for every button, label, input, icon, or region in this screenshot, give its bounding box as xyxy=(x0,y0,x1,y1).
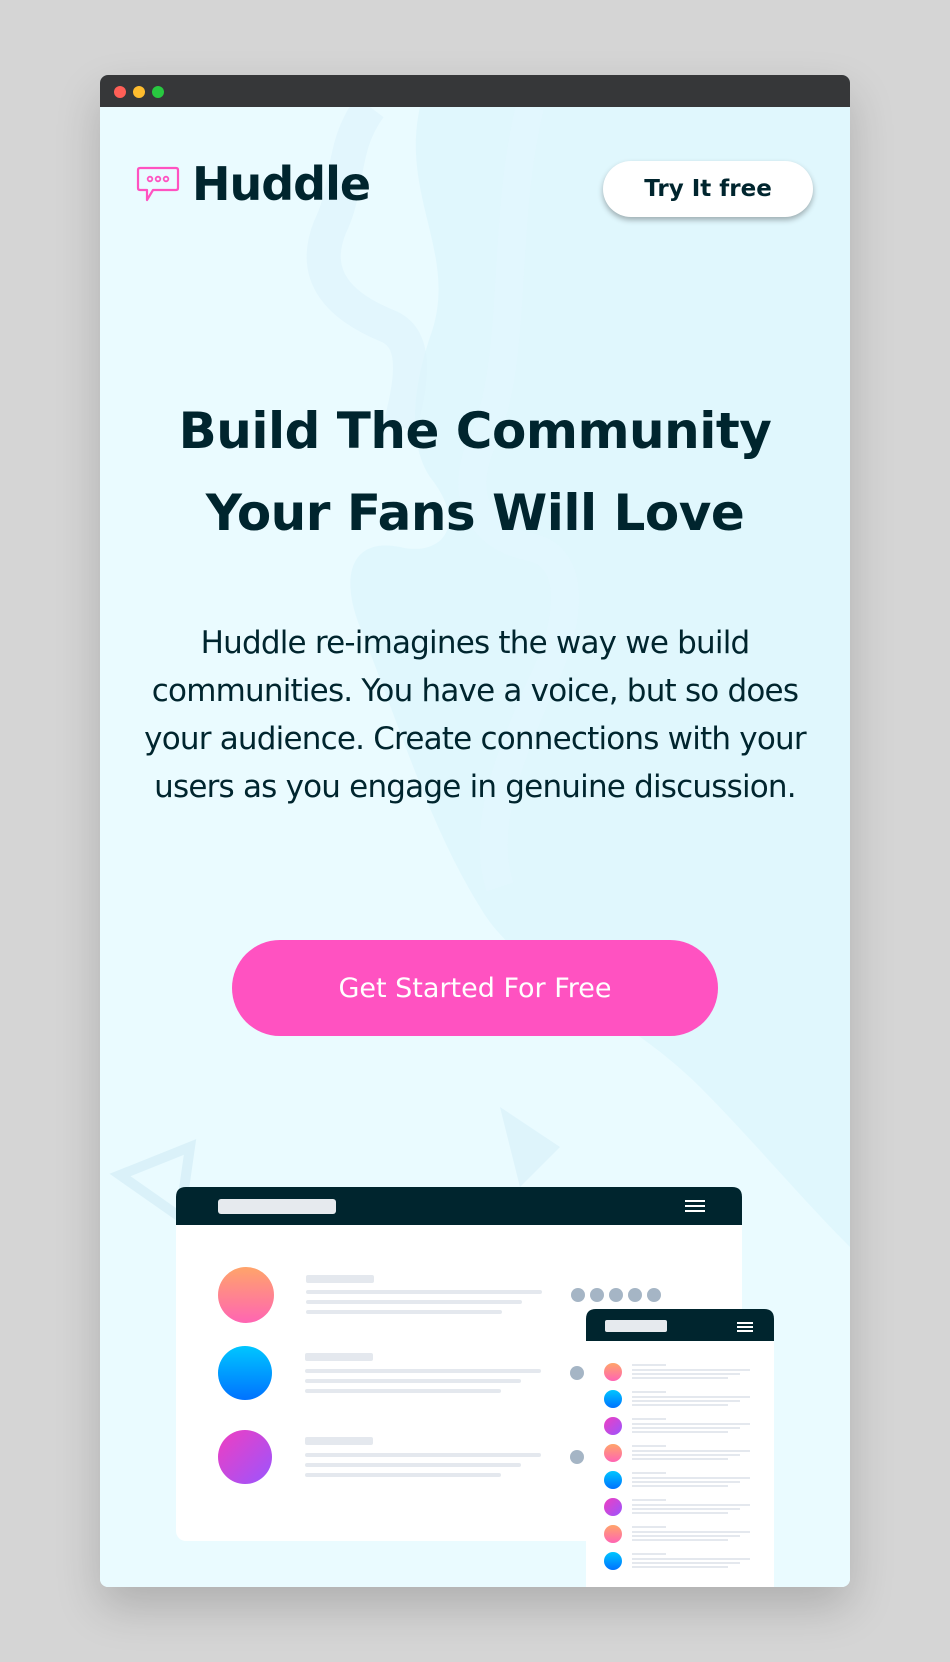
mobile-row-avatar xyxy=(604,1390,622,1408)
browser-window: Huddle Try It free Build The Community Y… xyxy=(100,75,850,1587)
mobile-row-avatar xyxy=(604,1363,622,1381)
get-started-button[interactable]: Get Started For Free xyxy=(232,940,718,1036)
mobile-row-line xyxy=(632,1566,728,1568)
mobile-row-line xyxy=(632,1364,666,1366)
window-titlebar xyxy=(100,75,850,107)
mobile-row-line xyxy=(632,1418,666,1420)
mobile-row-line xyxy=(632,1369,750,1371)
mobile-mockup xyxy=(586,1309,774,1587)
hamburger-menu-icon xyxy=(737,1322,753,1332)
mobile-row-avatar xyxy=(604,1498,622,1516)
mobile-row-avatar xyxy=(604,1525,622,1543)
mobile-row-line xyxy=(632,1454,740,1456)
maximize-window-button[interactable] xyxy=(152,86,164,98)
app-mockup-illustration xyxy=(176,1187,774,1587)
mobile-row-line xyxy=(632,1558,750,1560)
brand-name: Huddle xyxy=(192,157,371,211)
mobile-row-line xyxy=(632,1431,728,1433)
mobile-row-line xyxy=(632,1377,728,1379)
mobile-row-avatar xyxy=(604,1444,622,1462)
mobile-row-line xyxy=(632,1526,666,1528)
mobile-row-line xyxy=(632,1427,740,1429)
mobile-row-avatar xyxy=(604,1471,622,1489)
mobile-row-line xyxy=(632,1445,666,1447)
mobile-row-line xyxy=(632,1539,728,1541)
mobile-row-line xyxy=(632,1562,740,1564)
mobile-row-line xyxy=(632,1504,750,1506)
mobile-row-avatar xyxy=(604,1417,622,1435)
mobile-row-line xyxy=(632,1531,750,1533)
mobile-row-line xyxy=(632,1404,728,1406)
mobile-row-line xyxy=(632,1512,728,1514)
brand[interactable]: Huddle xyxy=(136,157,371,211)
mobile-row-line xyxy=(632,1485,728,1487)
mobile-row-line xyxy=(632,1400,740,1402)
mobile-row-line xyxy=(632,1477,750,1479)
speech-bubble-icon xyxy=(136,166,180,202)
mobile-row-line xyxy=(632,1396,750,1398)
mobile-row-line xyxy=(632,1508,740,1510)
landing-page: Huddle Try It free Build The Community Y… xyxy=(100,107,850,1587)
mobile-row-line xyxy=(632,1481,740,1483)
mobile-row-line xyxy=(632,1458,728,1460)
close-window-button[interactable] xyxy=(114,86,126,98)
mobile-row-avatar xyxy=(604,1552,622,1570)
hamburger-menu-icon xyxy=(685,1200,705,1212)
mobile-row-line xyxy=(632,1535,740,1537)
mobile-row-line xyxy=(632,1499,666,1501)
mobile-row-line xyxy=(632,1391,666,1393)
minimize-window-button[interactable] xyxy=(133,86,145,98)
try-it-free-button[interactable]: Try It free xyxy=(603,161,813,217)
mobile-row-line xyxy=(632,1553,666,1555)
mobile-row-line xyxy=(632,1373,740,1375)
hero-headline: Build The Community Your Fans Will Love xyxy=(178,402,772,542)
hero-description: Huddle re-imagines the way we build comm… xyxy=(144,625,806,805)
mobile-row-line xyxy=(632,1450,750,1452)
mobile-row-line xyxy=(632,1472,666,1474)
mobile-row-line xyxy=(632,1423,750,1425)
